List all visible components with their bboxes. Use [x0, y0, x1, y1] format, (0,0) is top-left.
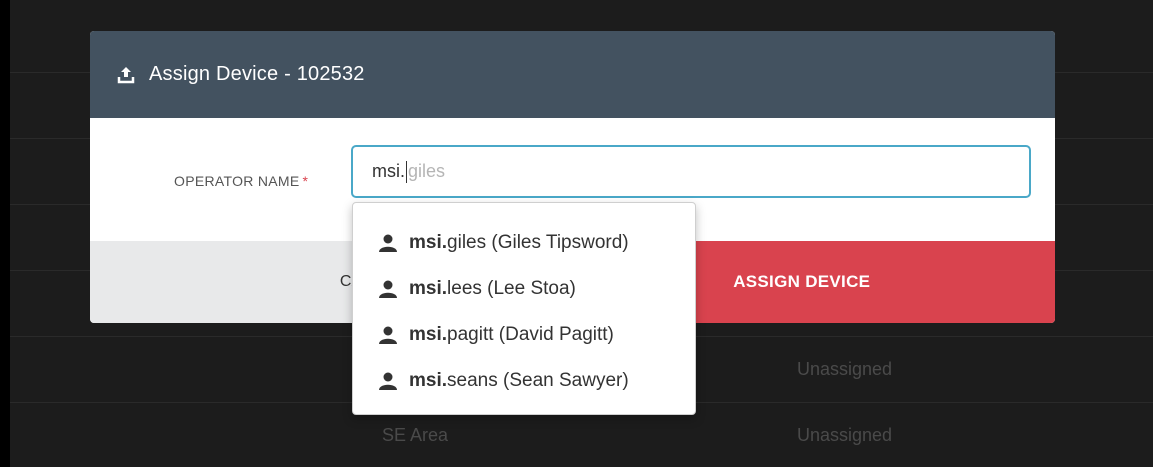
table-cell-status: Unassigned	[797, 425, 893, 445]
user-icon	[378, 325, 400, 345]
table-cell-area: SE Area	[382, 425, 449, 445]
autocomplete-option[interactable]: msi. lees (Lee Stoa)	[353, 266, 695, 312]
option-match: msi.	[409, 232, 448, 253]
modal-header: Assign Device - 102532	[90, 31, 1055, 118]
user-icon	[378, 233, 400, 253]
user-icon	[378, 371, 400, 391]
table-cell-status: Unassigned	[797, 359, 893, 379]
input-typed-text: msi.	[372, 161, 405, 181]
modal-title: Assign Device - 102532	[149, 63, 365, 85]
operator-name-input[interactable]: msi. giles	[351, 145, 1031, 198]
option-match: msi.	[409, 278, 448, 299]
autocomplete-option[interactable]: msi. seans (Sean Sawyer)	[353, 358, 695, 404]
operator-name-label-text: OPERATOR NAME	[174, 173, 300, 189]
operator-autocomplete-list: msi. giles (Giles Tipsword) msi. lees (Lee…	[352, 202, 696, 415]
user-icon	[378, 279, 400, 299]
option-rest: pagitt (David Pagitt)	[447, 324, 614, 345]
upload-icon	[116, 64, 138, 86]
text-caret	[406, 160, 407, 183]
autocomplete-option[interactable]: msi. giles (Giles Tipsword)	[353, 220, 695, 266]
option-rest: seans (Sean Sawyer)	[447, 370, 629, 391]
option-rest: lees (Lee Stoa)	[447, 278, 576, 299]
option-match: msi.	[409, 324, 448, 345]
input-autocomplete-hint: giles	[408, 161, 446, 181]
option-rest: giles (Giles Tipsword)	[447, 232, 629, 253]
operator-name-label: OPERATOR NAME *	[174, 173, 308, 189]
autocomplete-option[interactable]: msi. pagitt (David Pagitt)	[353, 312, 695, 358]
required-marker: *	[302, 173, 309, 189]
option-match: msi.	[409, 370, 448, 391]
